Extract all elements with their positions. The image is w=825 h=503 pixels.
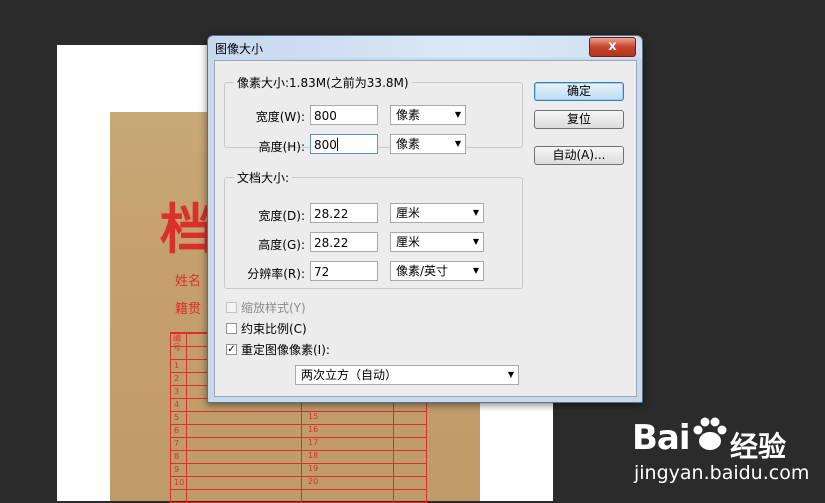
chevron-down-icon: ▼: [472, 266, 479, 275]
table-row-number: 18: [308, 451, 319, 460]
pixel-height-label: 高度(H):: [258, 140, 305, 154]
resample-image-checkbox[interactable]: ✓: [226, 344, 237, 355]
table-row-number: 10: [174, 478, 185, 487]
doc-height-input[interactable]: 28.22: [310, 232, 378, 252]
document-label-origin: 籍贯: [175, 302, 202, 317]
doc-height-label: 高度(G):: [258, 238, 305, 252]
table-row-number: 19: [308, 464, 319, 473]
close-icon: x: [608, 39, 617, 54]
chevron-down-icon: ▼: [454, 110, 461, 119]
reset-button[interactable]: 复位: [534, 110, 624, 129]
auto-button[interactable]: 自动(A)...: [534, 146, 624, 165]
pixel-width-label: 宽度(W):: [255, 110, 305, 124]
pixel-dimensions-legend: 像素大小:1.83M(之前为33.8M): [237, 76, 409, 90]
document-label-name: 姓名: [175, 274, 202, 289]
table-row-number: 15: [308, 412, 319, 421]
doc-width-input[interactable]: 28.22: [310, 203, 378, 223]
chevron-down-icon: ▼: [454, 139, 461, 148]
resolution-label: 分辨率(R):: [247, 267, 305, 281]
table-row-number: 3: [174, 387, 180, 396]
dialog-titlebar[interactable]: 图像大小 x: [208, 36, 642, 58]
table-row-number: 8: [174, 452, 180, 461]
table-row-number: 5: [174, 413, 180, 422]
dialog-body: 像素大小:1.83M(之前为33.8M) 宽度(W): 800 像素 ▼ 高度(H…: [214, 60, 637, 397]
resample-image-label: 重定图像像素(I):: [241, 343, 330, 357]
close-button[interactable]: x: [589, 37, 636, 57]
doc-width-unit-value: 厘米: [396, 206, 421, 220]
table-header-cell: 编号: [173, 334, 181, 352]
pixel-width-unit-select[interactable]: 像素 ▼: [390, 105, 466, 125]
image-size-dialog: 图像大小 x 像素大小:1.83M(之前为33.8M) 宽度(W): 800 像…: [207, 35, 643, 403]
watermark-url: jingyan.baidu.com: [634, 462, 810, 484]
pixel-height-unit-value: 像素: [396, 137, 421, 151]
doc-height-unit-select[interactable]: 厘米 ▼: [390, 232, 484, 252]
pixel-width-input[interactable]: 800: [310, 105, 378, 125]
constrain-proportions-label: 约束比例(C): [241, 322, 307, 336]
chevron-down-icon: ▼: [472, 208, 479, 217]
table-row-number: 16: [308, 425, 319, 434]
text-caret: [336, 138, 338, 151]
checkmark-icon: ✓: [227, 344, 236, 355]
resample-method-select[interactable]: 两次立方（自动） ▼: [295, 365, 519, 385]
table-row-number: 17: [308, 438, 319, 447]
pixel-width-unit-value: 像素: [396, 108, 421, 122]
table-row-number: 20: [308, 477, 319, 486]
doc-width-label: 宽度(D):: [258, 209, 305, 223]
resolution-unit-select[interactable]: 像素/英寸 ▼: [390, 261, 484, 281]
scale-styles-checkbox[interactable]: [226, 302, 237, 313]
table-row-number: 2: [174, 374, 180, 383]
table-row-number: 6: [174, 426, 180, 435]
table-row-number: 4: [174, 400, 180, 409]
baidu-logo-text: Bai: [632, 418, 691, 458]
doc-width-unit-select[interactable]: 厘米 ▼: [390, 203, 484, 223]
resample-method-value: 两次立方（自动）: [301, 368, 398, 382]
table-row-number: 7: [174, 439, 180, 448]
chevron-down-icon: ▼: [507, 370, 514, 379]
baidu-paw-icon: [693, 417, 727, 450]
baidu-jingyan-text: 经验: [730, 430, 787, 463]
pixel-height-unit-select[interactable]: 像素 ▼: [390, 134, 466, 154]
constrain-proportions-checkbox[interactable]: [226, 323, 237, 334]
doc-height-unit-value: 厘米: [396, 235, 421, 249]
ok-button[interactable]: 确定: [534, 82, 624, 101]
table-row-number: 1: [174, 361, 180, 370]
scale-styles-label: 缩放样式(Y): [241, 301, 306, 315]
document-size-legend: 文档大小:: [237, 171, 290, 185]
pixel-height-input[interactable]: 800: [310, 134, 378, 154]
document-title-char: 档: [160, 197, 214, 261]
resolution-unit-value: 像素/英寸: [396, 264, 449, 278]
dialog-title: 图像大小: [215, 42, 264, 56]
table-row-number: 9: [174, 465, 180, 474]
chevron-down-icon: ▼: [472, 237, 479, 246]
pixel-height-value: 800: [314, 138, 337, 152]
resolution-input[interactable]: 72: [310, 261, 378, 281]
